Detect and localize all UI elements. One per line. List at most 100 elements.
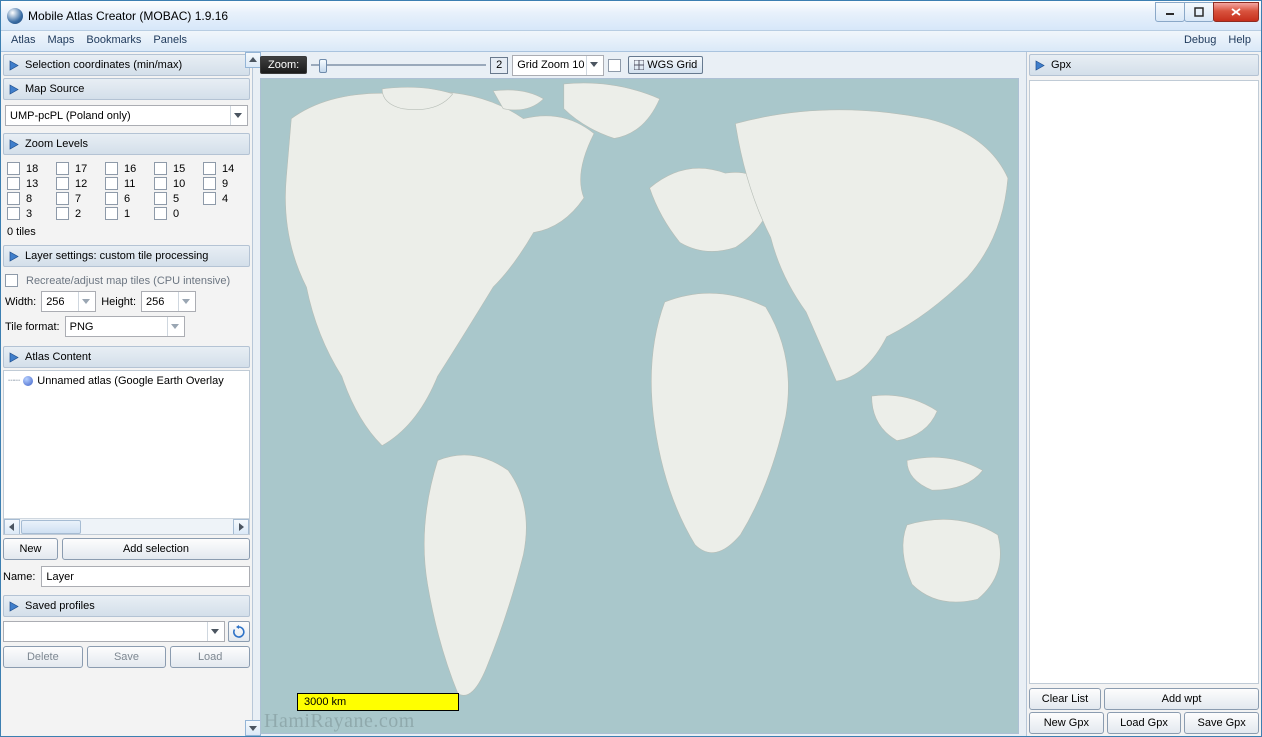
save-gpx-button[interactable]: Save Gpx <box>1184 712 1259 734</box>
save-profile-button[interactable]: Save <box>87 646 167 668</box>
profile-combo[interactable] <box>3 621 225 642</box>
zoom-level-11[interactable]: 11 <box>105 177 148 190</box>
zoom-slider[interactable] <box>311 56 486 74</box>
grid-zoom-combo[interactable]: Grid Zoom 10 <box>512 55 604 76</box>
layer-name-input[interactable]: Layer <box>41 566 250 587</box>
zoom-level-checkbox[interactable] <box>105 207 118 220</box>
zoom-level-checkbox[interactable] <box>7 207 20 220</box>
zoom-level-label: 12 <box>75 178 87 190</box>
load-gpx-button[interactable]: Load Gpx <box>1107 712 1182 734</box>
zoom-level-1[interactable]: 1 <box>105 207 148 220</box>
menu-bookmarks[interactable]: Bookmarks <box>80 31 147 51</box>
zoom-level-checkbox[interactable] <box>7 177 20 190</box>
scroll-right-icon[interactable] <box>233 519 249 535</box>
section-zoom-levels[interactable]: Zoom Levels <box>3 133 250 155</box>
section-layer-settings[interactable]: Layer settings: custom tile processing <box>3 245 250 267</box>
zoom-level-4[interactable]: 4 <box>203 192 246 205</box>
minimize-button[interactable] <box>1155 2 1185 22</box>
recreate-tiles-checkbox[interactable] <box>5 274 18 287</box>
zoom-level-checkbox[interactable] <box>56 177 69 190</box>
close-icon <box>1230 7 1242 17</box>
name-label: Name: <box>3 571 35 583</box>
zoom-level-16[interactable]: 16 <box>105 162 148 175</box>
tile-format-combo[interactable]: PNG <box>65 316 185 337</box>
zoom-level-18[interactable]: 18 <box>7 162 50 175</box>
atlas-tree[interactable]: ┄┄ Unnamed atlas (Google Earth Overlay <box>3 370 250 535</box>
map-area: Zoom: 2 Grid Zoom 10 WGS Grid <box>258 52 1021 736</box>
gpx-list[interactable] <box>1029 80 1259 684</box>
tile-height-combo[interactable]: 256 <box>141 291 196 312</box>
menu-atlas[interactable]: Atlas <box>5 31 41 51</box>
zoom-level-checkbox[interactable] <box>56 192 69 205</box>
arrow-right-icon <box>8 351 21 364</box>
map-canvas[interactable]: 3000 km <box>260 78 1019 734</box>
zoom-slider-thumb[interactable] <box>319 59 327 73</box>
zoom-level-checkbox[interactable] <box>154 162 167 175</box>
zoom-level-label: 17 <box>75 163 87 175</box>
zoom-level-10[interactable]: 10 <box>154 177 197 190</box>
zoom-level-8[interactable]: 8 <box>7 192 50 205</box>
zoom-level-checkbox[interactable] <box>56 162 69 175</box>
zoom-level-checkbox[interactable] <box>154 177 167 190</box>
section-gpx[interactable]: Gpx <box>1029 54 1259 76</box>
tree-node[interactable]: ┄┄ Unnamed atlas (Google Earth Overlay <box>4 371 249 390</box>
title-bar[interactable]: Mobile Atlas Creator (MOBAC) 1.9.16 <box>1 1 1261 31</box>
zoom-level-3[interactable]: 3 <box>7 207 50 220</box>
zoom-level-checkbox[interactable] <box>56 207 69 220</box>
refresh-profiles-button[interactable] <box>228 621 250 642</box>
zoom-level-checkbox[interactable] <box>105 177 118 190</box>
clear-list-button[interactable]: Clear List <box>1029 688 1101 710</box>
tree-hscrollbar[interactable] <box>4 518 249 534</box>
zoom-level-checkbox[interactable] <box>203 177 216 190</box>
zoom-level-checkbox[interactable] <box>203 162 216 175</box>
maximize-button[interactable] <box>1184 2 1214 22</box>
zoom-level-0[interactable]: 0 <box>154 207 197 220</box>
menu-debug[interactable]: Debug <box>1178 31 1222 51</box>
arrow-right-icon <box>8 59 21 72</box>
zoom-level-checkbox[interactable] <box>203 192 216 205</box>
section-atlas-content[interactable]: Atlas Content <box>3 346 250 368</box>
load-profile-button[interactable]: Load <box>170 646 250 668</box>
zoom-level-checkbox[interactable] <box>7 192 20 205</box>
zoom-level-checkbox[interactable] <box>7 162 20 175</box>
zoom-level-13[interactable]: 13 <box>7 177 50 190</box>
zoom-level-checkbox[interactable] <box>154 192 167 205</box>
add-selection-button[interactable]: Add selection <box>62 538 250 560</box>
add-wpt-button[interactable]: Add wpt <box>1104 688 1259 710</box>
menu-maps[interactable]: Maps <box>41 31 80 51</box>
wgs-grid-button[interactable]: WGS Grid <box>628 56 703 74</box>
scroll-thumb[interactable] <box>21 520 81 534</box>
tile-width-combo[interactable]: 256 <box>41 291 96 312</box>
zoom-level-6[interactable]: 6 <box>105 192 148 205</box>
zoom-level-12[interactable]: 12 <box>56 177 99 190</box>
menu-help[interactable]: Help <box>1222 31 1257 51</box>
section-saved-profiles[interactable]: Saved profiles <box>3 595 250 617</box>
section-selection-coordinates[interactable]: Selection coordinates (min/max) <box>3 54 250 76</box>
zoom-level-label: 18 <box>26 163 38 175</box>
zoom-level-label: 1 <box>124 208 130 220</box>
zoom-level-7[interactable]: 7 <box>56 192 99 205</box>
zoom-level-checkbox[interactable] <box>105 192 118 205</box>
menu-panels[interactable]: Panels <box>147 31 193 51</box>
zoom-level-label: 8 <box>26 193 32 205</box>
map-toolbar: Zoom: 2 Grid Zoom 10 WGS Grid <box>260 54 1019 76</box>
scroll-left-icon[interactable] <box>4 519 20 535</box>
close-button[interactable] <box>1213 2 1259 22</box>
zoom-level-15[interactable]: 15 <box>154 162 197 175</box>
map-source-combo[interactable]: UMP-pcPL (Poland only) <box>5 105 248 126</box>
delete-profile-button[interactable]: Delete <box>3 646 83 668</box>
section-map-source[interactable]: Map Source <box>3 78 250 100</box>
zoom-level-checkbox[interactable] <box>154 207 167 220</box>
zoom-level-5[interactable]: 5 <box>154 192 197 205</box>
zoom-level-label: 14 <box>222 163 234 175</box>
zoom-level-17[interactable]: 17 <box>56 162 99 175</box>
new-atlas-button[interactable]: New <box>3 538 58 560</box>
zoom-level-checkbox[interactable] <box>105 162 118 175</box>
wgs-grid-checkbox[interactable] <box>608 59 621 72</box>
tree-node-label: Unnamed atlas (Google Earth Overlay <box>37 375 223 387</box>
zoom-level-2[interactable]: 2 <box>56 207 99 220</box>
new-gpx-button[interactable]: New Gpx <box>1029 712 1104 734</box>
zoom-level-14[interactable]: 14 <box>203 162 246 175</box>
section-label: Atlas Content <box>25 351 91 363</box>
zoom-level-9[interactable]: 9 <box>203 177 246 190</box>
